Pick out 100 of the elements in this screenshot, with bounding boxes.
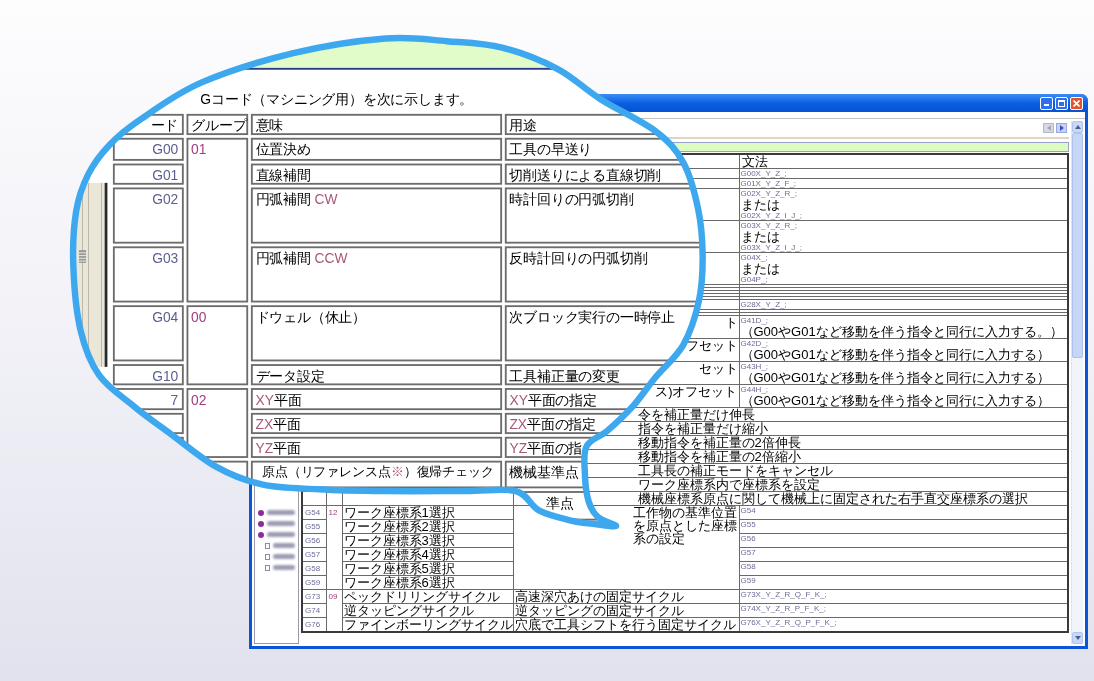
syntax-line: G41D_; <box>740 316 769 325</box>
syntax-line: G02X_Y_Z_I_J_; <box>740 211 802 220</box>
usage-text: ワーク座標系内で座標系を設定 <box>637 478 820 491</box>
usage-text: 切削送りによる直線切削 <box>508 166 663 183</box>
close-button[interactable] <box>1070 96 1083 110</box>
g-code: G03 <box>152 249 180 266</box>
usage-text: XY平面の指定 <box>508 390 598 408</box>
scroll-down-button[interactable] <box>1072 632 1083 644</box>
usage-text: 工作物の基準位置を原点とした座標系の設定 <box>632 506 738 545</box>
usage-text: 穴底で工具シフトを行う固定サイクル <box>513 618 737 631</box>
meaning-text: 原点（リファレンス点※）復帰チェック <box>260 463 495 481</box>
syntax-line: または <box>740 198 780 211</box>
syntax-line: G03X_Y_Z_I_J_; <box>740 243 802 252</box>
g-code: 7 <box>170 390 180 408</box>
usage-text: ZX平面の指定 <box>508 415 598 433</box>
usage-text: 次ブロック実行の一時停止 <box>508 307 677 325</box>
forward-button[interactable] <box>1056 123 1067 133</box>
usage-text: セット <box>697 362 739 375</box>
syntax-line: G59 <box>740 576 756 585</box>
g-code: G73 <box>304 591 321 603</box>
syntax-line: G28X_Y_Z_; <box>740 300 787 309</box>
g-code: G54 <box>304 507 321 519</box>
g-code: G56 <box>304 535 321 547</box>
syntax-line: G00X_Y_Z_; <box>740 169 787 178</box>
syntax-line: G43H_; <box>740 362 769 371</box>
group-number: 00 <box>190 307 207 325</box>
syntax-line: G73X_Y_Z_R_Q_F_K_; <box>740 590 827 599</box>
g-code: G58 <box>304 563 321 575</box>
usage-text: 機械基準点 <box>508 463 580 481</box>
column-header: 文法 <box>740 155 769 168</box>
up-arrow-icon <box>1074 125 1081 129</box>
usage-text: YZ平面の指 <box>508 439 584 457</box>
usage-text: 高速深穴あけの固定サイクル <box>513 590 685 603</box>
g-code: G04 <box>152 307 180 325</box>
usage-text: 工具長の補正モードをキャンセル <box>637 464 833 477</box>
group-number: 09 <box>327 591 338 603</box>
syntax-line: （G00やG01など移動を伴う指令と同行に入力する。） <box>740 325 1063 338</box>
group-number: 01 <box>190 140 207 158</box>
usage-text: 工具補正量の変更 <box>508 366 621 384</box>
column-header: 意味 <box>254 116 284 134</box>
usage-text: 令を補正量だけ伸長 <box>637 408 755 421</box>
syntax-line: G58 <box>740 562 756 571</box>
column-header: ード <box>150 116 180 134</box>
syntax-line: G04P_; <box>740 275 768 284</box>
g-code: G01 <box>152 166 180 183</box>
syntax-line: または <box>740 230 780 243</box>
scrollbar-thumb[interactable] <box>1072 133 1083 358</box>
usage-text: 時計回りの円弧切削 <box>508 190 635 207</box>
meaning-text: ドウェル（休止） <box>254 307 367 325</box>
close-icon <box>1073 99 1080 107</box>
syntax-line: G55 <box>740 520 756 529</box>
meaning-text: ファインボーリングサイクル <box>342 618 514 631</box>
column-header: 用途 <box>508 116 538 134</box>
scrollbar[interactable] <box>1071 121 1083 644</box>
usage-text: 反時計回りの円弧切削 <box>508 249 649 266</box>
scroll-up-button[interactable] <box>1072 121 1083 133</box>
g-code: G74 <box>304 605 321 617</box>
meaning-text: ワーク座標系1選択 <box>342 506 456 519</box>
meaning-text: 位置決め <box>254 140 312 158</box>
usage-text: 工具の早送り <box>508 140 594 158</box>
maximize-button[interactable] <box>1055 96 1068 110</box>
meaning-text: 円弧補間 CW <box>254 190 339 207</box>
grip-icon <box>78 250 87 263</box>
column-header: グループ <box>190 116 247 134</box>
syntax-line: G54 <box>740 506 756 515</box>
meaning-text: ワーク座標系3選択 <box>342 534 456 547</box>
meaning-text: ワーク座標系5選択 <box>342 562 456 575</box>
g-code: G00 <box>152 140 180 158</box>
g-code: G59 <box>304 577 321 589</box>
usage-text: 準点 <box>545 493 575 511</box>
meaning-text: ZX平面 <box>254 415 302 433</box>
usage-text: 移動指令を補正量の2倍縮小 <box>637 450 801 463</box>
g-code: G02 <box>152 190 180 207</box>
usage-text: 指令を補正量だけ縮小 <box>637 422 768 435</box>
meaning-text: XY平面 <box>254 390 303 408</box>
meaning-text: データ設定 <box>254 366 326 384</box>
meaning-text: 円弧補間 CCW <box>254 249 349 266</box>
minimize-button[interactable] <box>1040 96 1053 110</box>
group-number: 02 <box>190 390 207 408</box>
syntax-line: G02X_Y_Z_R_; <box>740 189 797 198</box>
syntax-line: G57 <box>740 548 756 557</box>
g-code: G10 <box>152 366 180 384</box>
g-code: G55 <box>304 521 321 533</box>
syntax-line: G44H_; <box>740 385 769 394</box>
group-number: 12 <box>327 507 338 519</box>
syntax-line: （G00やG01など移動を伴う指令と同行に入力する） <box>740 394 1050 407</box>
syntax-line: G04X_; <box>740 253 768 262</box>
syntax-line: G76X_Y_Z_R_Q_P_F_K_; <box>740 618 837 627</box>
right-arrow-icon <box>1059 125 1064 131</box>
usage-text: 逆タッピングの固定サイクル <box>513 604 685 617</box>
syntax-line: （G00やG01など移動を伴う指令と同行に入力する） <box>740 371 1050 384</box>
meaning-text: ワーク座標系4選択 <box>342 548 456 561</box>
meaning-text: ペックドリリングサイクル <box>342 590 501 603</box>
meaning-text: 直線補間 <box>254 166 312 183</box>
syntax-line: G56 <box>740 534 756 543</box>
meaning-text: ワーク座標系2選択 <box>342 520 456 533</box>
usage-text: ス)オフセット <box>654 385 739 398</box>
meaning-text: YZ平面 <box>254 439 302 457</box>
usage-text: 機械座標系原点に関して機械上に固定された右手直交座標系の選択 <box>637 492 1028 505</box>
intro-text: Gコード（マシニング用）を次に示します。 <box>200 90 474 108</box>
